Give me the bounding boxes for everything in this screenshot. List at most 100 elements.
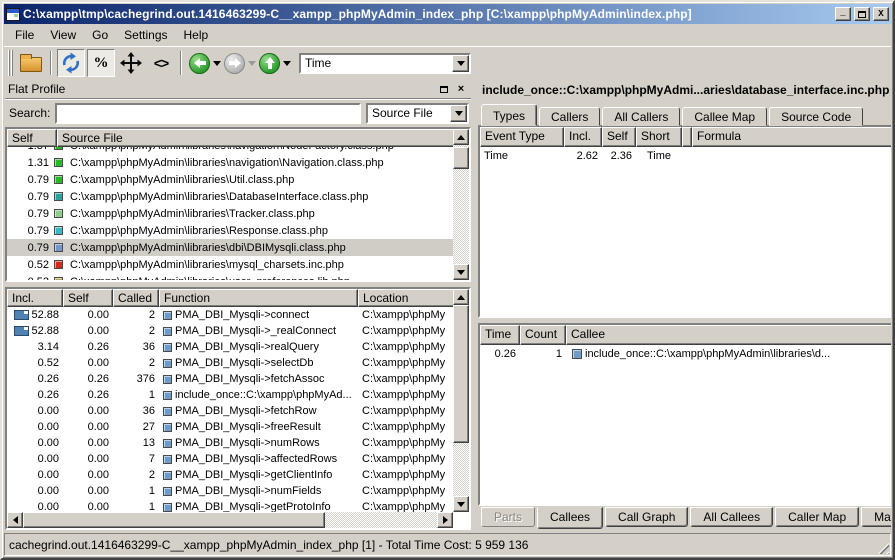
tab-types[interactable]: Types — [481, 104, 537, 126]
location-cell: C:\xampp\phpMy — [358, 341, 453, 353]
column-header[interactable] — [682, 127, 692, 147]
forward-dropdown-arrow[interactable] — [248, 61, 256, 66]
scroll-up-button[interactable] — [453, 289, 469, 305]
file-row[interactable]: 0.52C:\xampp\phpMyAdmin\libraries\user_p… — [7, 273, 453, 280]
column-header[interactable]: Function — [159, 289, 358, 307]
scrollbar-thumb[interactable] — [453, 305, 469, 443]
scroll-right-button[interactable] — [437, 512, 453, 528]
up-dropdown-arrow[interactable] — [283, 61, 291, 66]
file-row[interactable]: 0.52C:\xampp\phpMyAdmin\libraries\mysql_… — [7, 256, 453, 273]
back-arrow-icon — [194, 58, 206, 68]
menu-view[interactable]: View — [43, 26, 83, 44]
function-row[interactable]: 0.260.261include_once::C:\xampp\phpMyAd.… — [7, 387, 453, 403]
scroll-up-button[interactable] — [453, 129, 469, 145]
resize-grip[interactable] — [877, 542, 889, 554]
combo-dropdown-button[interactable] — [452, 55, 469, 72]
bottom-tab-machine[interactable]: Machine — [861, 507, 891, 527]
function-row[interactable]: 3.140.2636PMA_DBI_Mysqli->realQueryC:\xa… — [7, 339, 453, 355]
scroll-down-button[interactable] — [453, 496, 469, 512]
file-row[interactable]: 0.79C:\xampp\phpMyAdmin\libraries\Respon… — [7, 222, 453, 239]
percent-toggle-button[interactable]: % — [87, 49, 115, 77]
function-row[interactable]: 52.880.002PMA_DBI_Mysqli->_realConnectC:… — [7, 323, 453, 339]
title-bar: C:\xampp\tmp\cachegrind.out.1416463299-C… — [4, 4, 891, 24]
file-row[interactable]: 0.79C:\xampp\phpMyAdmin\libraries\Tracke… — [7, 205, 453, 222]
event-type-combo[interactable]: Time — [299, 53, 471, 74]
column-header[interactable]: Time — [480, 325, 520, 345]
tab-callee-map[interactable]: Callee Map — [682, 107, 767, 126]
tab-source-code[interactable]: Source Code — [769, 107, 863, 126]
column-header[interactable]: Short — [636, 127, 682, 147]
bottom-tab-caller-map[interactable]: Caller Map — [775, 507, 859, 527]
dock-float-button[interactable] — [437, 83, 451, 96]
panel-splitter[interactable] — [471, 79, 478, 531]
scrollbar-track[interactable] — [453, 305, 469, 496]
refresh-button[interactable] — [57, 49, 85, 77]
scrollbar-thumb[interactable] — [23, 512, 325, 528]
column-header[interactable]: Event Type — [480, 127, 564, 147]
column-header[interactable]: Incl. — [7, 289, 63, 307]
forward-button[interactable] — [224, 53, 245, 74]
menu-go[interactable]: Go — [85, 26, 115, 44]
file-row[interactable]: 0.79C:\xampp\phpMyAdmin\libraries\Util.c… — [7, 171, 453, 188]
tab-callers[interactable]: Callers — [539, 107, 600, 126]
column-header[interactable]: Self — [7, 129, 57, 147]
bottom-tab-callees[interactable]: Callees — [537, 507, 603, 529]
bottom-tab-call-graph[interactable]: Call Graph — [605, 507, 688, 527]
maximize-button[interactable] — [854, 7, 870, 21]
function-name-cell: PMA_DBI_Mysqli->getClientInfo — [159, 469, 358, 481]
column-header[interactable]: Called — [113, 289, 159, 307]
toolbar-grip[interactable] — [8, 50, 13, 76]
file-row[interactable]: 0.79C:\xampp\phpMyAdmin\libraries\dbi\DB… — [7, 239, 453, 256]
function-row[interactable]: 0.000.007PMA_DBI_Mysqli->affectedRowsC:\… — [7, 451, 453, 467]
scrollbar-track[interactable] — [453, 145, 469, 264]
bottom-tab-parts[interactable]: Parts — [481, 507, 535, 527]
function-row[interactable]: 0.000.0036PMA_DBI_Mysqli->fetchRowC:\xam… — [7, 403, 453, 419]
file-row[interactable]: 1.37C:\xampp\phpMyAdmin\libraries\naviga… — [7, 147, 453, 154]
tab-all-callers[interactable]: All Callers — [602, 107, 680, 126]
event-type-row[interactable]: Time2.622.36Time — [480, 147, 891, 164]
column-header[interactable]: Formula — [692, 127, 891, 147]
callee-row[interactable]: 0.261 include_once::C:\xampp\phpMyAdmin\… — [480, 345, 891, 362]
menu-help[interactable]: Help — [177, 26, 216, 44]
function-icon — [163, 311, 172, 320]
column-header[interactable]: Callee — [566, 325, 891, 345]
column-header[interactable]: Self — [602, 127, 636, 147]
dock-close-button[interactable]: × — [454, 83, 468, 96]
search-input[interactable] — [55, 103, 361, 124]
bottom-tab-all-callees[interactable]: All Callees — [690, 507, 773, 527]
column-header[interactable]: Self — [63, 289, 113, 307]
detail-bottom-tab-bar: PartsCalleesCall GraphAll CalleesCaller … — [478, 506, 891, 530]
app-icon — [6, 8, 20, 21]
function-row[interactable]: 52.880.002PMA_DBI_Mysqli->connectC:\xamp… — [7, 307, 453, 323]
function-row[interactable]: 0.000.0013PMA_DBI_Mysqli->numRowsC:\xamp… — [7, 435, 453, 451]
file-row[interactable]: 0.79C:\xampp\phpMyAdmin\libraries\Databa… — [7, 188, 453, 205]
scrollbar-thumb[interactable] — [453, 147, 469, 169]
combo-dropdown-button[interactable] — [450, 105, 467, 122]
column-header[interactable]: Incl. — [564, 127, 602, 147]
file-row[interactable]: 1.31C:\xampp\phpMyAdmin\libraries\naviga… — [7, 154, 453, 171]
relative-cost-button[interactable]: <> — [147, 49, 175, 77]
called-count-cell: 7 — [113, 453, 159, 465]
triangle-down-icon — [457, 270, 465, 275]
minimize-button[interactable]: _ — [835, 7, 851, 21]
close-button[interactable]: X — [873, 7, 889, 21]
function-row[interactable]: 0.000.001PMA_DBI_Mysqli->numFieldsC:\xam… — [7, 483, 453, 499]
back-dropdown-arrow[interactable] — [213, 61, 221, 66]
column-header[interactable]: Source File — [57, 129, 469, 147]
function-row[interactable]: 0.260.26376PMA_DBI_Mysqli->fetchAssocC:\… — [7, 371, 453, 387]
scrollbar-track[interactable] — [23, 512, 437, 528]
move-button[interactable] — [117, 49, 145, 77]
column-header[interactable]: Count — [520, 325, 566, 345]
function-row[interactable]: 0.520.002PMA_DBI_Mysqli->selectDbC:\xamp… — [7, 355, 453, 371]
up-button[interactable] — [259, 53, 280, 74]
group-combo[interactable]: Source File — [366, 103, 469, 124]
function-row[interactable]: 0.000.001PMA_DBI_Mysqli->getProtoInfoC:\… — [7, 499, 453, 512]
scroll-left-button[interactable] — [7, 512, 23, 528]
function-row[interactable]: 0.000.002PMA_DBI_Mysqli->getClientInfoC:… — [7, 467, 453, 483]
function-row[interactable]: 0.000.0027PMA_DBI_Mysqli->freeResultC:\x… — [7, 419, 453, 435]
back-button[interactable] — [189, 53, 210, 74]
open-file-button[interactable] — [17, 49, 45, 77]
menu-settings[interactable]: Settings — [117, 26, 174, 44]
scroll-down-button[interactable] — [453, 264, 469, 280]
menu-file[interactable]: File — [8, 26, 41, 44]
